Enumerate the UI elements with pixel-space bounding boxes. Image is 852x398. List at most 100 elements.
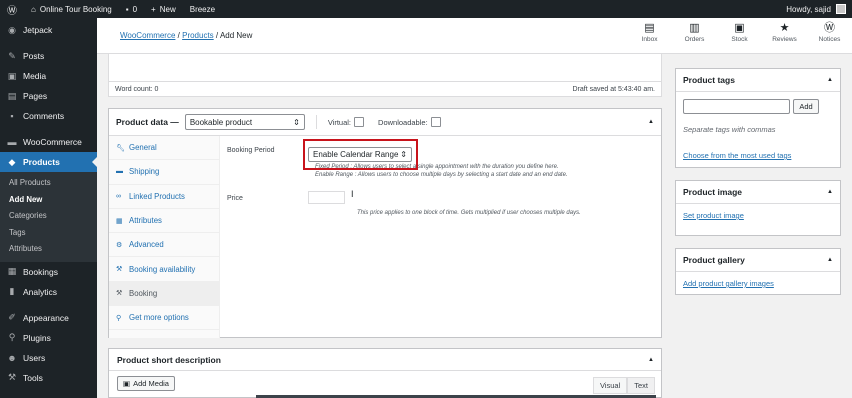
inbox-icon: ▤ xyxy=(644,22,655,34)
submenu-tags[interactable]: Tags xyxy=(0,225,97,242)
product-tags-box: Product tags ▲ Add Separate tags with co… xyxy=(675,68,841,168)
avatar xyxy=(836,4,846,14)
select-arrows-icon: ⇕ xyxy=(293,117,300,127)
product-data-header: Product data — Bookable product ⇕ Virtua… xyxy=(109,109,661,136)
short-description-box: Product short description ▲ ▣ Add Media … xyxy=(108,348,662,398)
breadcrumb-current: Add New xyxy=(219,31,253,40)
truck-icon: ▬ xyxy=(116,168,123,176)
plugin-icon: ⚲ xyxy=(116,314,122,322)
inbox-button[interactable]: ▤ Inbox xyxy=(627,22,672,43)
product-gallery-header: Product gallery ▲ xyxy=(676,249,840,272)
collapse-arrow-icon[interactable]: ▲ xyxy=(827,77,833,83)
star-icon: ★ xyxy=(779,22,790,34)
products-icon: ◆ xyxy=(8,156,16,167)
submenu-attributes[interactable]: Attributes xyxy=(0,241,97,258)
virtual-checkbox-label[interactable]: Virtual: xyxy=(328,117,365,127)
sidebar-item-comments[interactable]: ▪ Comments xyxy=(0,106,97,126)
add-media-button[interactable]: ▣ Add Media xyxy=(117,376,175,391)
link-icon: ∞ xyxy=(116,192,121,200)
product-data-box: Product data — Bookable product ⇕ Virtua… xyxy=(108,108,662,338)
booking-period-select[interactable]: Enable Calendar Range ⇕ xyxy=(308,147,412,162)
tab-linked-products[interactable]: ∞ Linked Products xyxy=(109,185,219,209)
short-description-header: Product short description ▲ xyxy=(109,349,661,371)
set-product-image-link[interactable]: Set product image xyxy=(683,211,744,220)
notices-button[interactable]: Ⓦ Notices xyxy=(807,22,852,43)
collapse-arrow-icon[interactable]: ▲ xyxy=(827,257,833,263)
sidebar-item-users[interactable]: ☻ Users xyxy=(0,348,97,368)
product-type-select[interactable]: Bookable product ⇕ xyxy=(184,114,305,130)
tab-advanced[interactable]: ⚙ Advanced xyxy=(109,233,219,258)
booking-period-label: Booking Period xyxy=(227,147,275,154)
sidebar-item-jetpack[interactable]: ◉ Jetpack xyxy=(0,20,97,40)
price-label: Price xyxy=(227,195,243,202)
sidebar-item-media[interactable]: ▣ Media xyxy=(0,66,97,86)
new-tag-input[interactable] xyxy=(683,99,790,114)
downloadable-checkbox[interactable] xyxy=(430,117,441,127)
submenu-all-products[interactable]: All Products xyxy=(0,175,97,192)
wordpress-logo-icon[interactable]: Ⓦ xyxy=(0,0,24,18)
text-tab[interactable]: Text xyxy=(627,377,655,394)
stock-icon: ▣ xyxy=(734,22,745,34)
pin-icon: ✎ xyxy=(8,50,16,61)
downloadable-checkbox-label[interactable]: Downloadable: xyxy=(378,117,441,127)
sidebar-item-bookings[interactable]: ▦ Bookings xyxy=(0,262,97,282)
gear-icon: ⚙ xyxy=(116,241,123,249)
comments-link[interactable]: ▪ 0 xyxy=(119,0,144,18)
sidebar-item-tools[interactable]: ⚒ Tools xyxy=(0,368,97,388)
plus-icon: + xyxy=(151,4,156,14)
collapse-arrow-icon[interactable]: ▲ xyxy=(648,357,654,363)
add-tag-button[interactable]: Add xyxy=(793,99,819,114)
woocommerce-header: WooCommerce / Products / Add New ▤ Inbox … xyxy=(97,18,852,54)
add-gallery-images-link[interactable]: Add product gallery images xyxy=(683,279,774,288)
virtual-checkbox[interactable] xyxy=(354,117,365,127)
collapse-arrow-icon[interactable]: ▲ xyxy=(648,119,654,125)
new-content-link[interactable]: + New xyxy=(144,0,183,18)
sidebar-item-products[interactable]: ◆ Products xyxy=(0,152,97,172)
collapse-arrow-icon[interactable]: ▲ xyxy=(827,189,833,195)
most-used-tags-link[interactable]: Choose from the most used tags xyxy=(683,151,791,160)
draft-saved-status: Draft saved at 5:43:40 am. xyxy=(572,85,656,93)
tab-get-more-options[interactable]: ⚲ Get more options xyxy=(109,306,219,331)
tab-booking-availability[interactable]: ⚒ Booking availability xyxy=(109,257,219,282)
product-data-title: Product data — xyxy=(116,117,179,127)
breeze-link[interactable]: Breeze xyxy=(183,0,222,18)
stock-button[interactable]: ▣ Stock xyxy=(717,22,762,43)
comment-icon: ▪ xyxy=(10,111,14,121)
price-input[interactable] xyxy=(308,191,345,204)
sidebar-item-plugins[interactable]: ⚲ Plugins xyxy=(0,328,97,348)
sidebar-item-appearance[interactable]: ✐ Appearance xyxy=(0,308,97,328)
home-icon: ⌂ xyxy=(31,4,36,14)
product-image-box: Product image ▲ Set product image xyxy=(675,180,841,236)
orders-icon: ▥ xyxy=(689,22,700,34)
submenu-add-new[interactable]: Add New xyxy=(0,192,97,209)
reviews-button[interactable]: ★ Reviews xyxy=(762,22,807,43)
breadcrumb-products[interactable]: Products xyxy=(182,31,214,40)
product-data-tabs: 🔧︎ General ▬ Shipping ∞ Linked Products ▦ At… xyxy=(109,136,220,338)
sidebar-item-analytics[interactable]: ▮ Analytics xyxy=(0,282,97,302)
woocommerce-icon: ▬ xyxy=(7,137,17,147)
comment-icon: ▪ xyxy=(125,4,129,14)
orders-button[interactable]: ▥ Orders xyxy=(672,22,717,43)
media-icon: ▣ xyxy=(7,70,17,81)
admin-bar: Ⓦ ⌂ Online Tour Booking ▪ 0 + New Breeze… xyxy=(0,0,852,18)
calendar-icon: ▦ xyxy=(7,266,17,276)
sidebar-item-pages[interactable]: ▤ Pages xyxy=(0,86,97,106)
tab-shipping[interactable]: ▬ Shipping xyxy=(109,160,219,185)
wrench-icon: ⚒ xyxy=(116,290,123,298)
submenu-categories[interactable]: Categories xyxy=(0,208,97,225)
visual-tab[interactable]: Visual xyxy=(592,377,628,394)
breadcrumb-woocommerce[interactable]: WooCommerce xyxy=(120,31,175,40)
sidebar-item-posts[interactable]: ✎ Posts xyxy=(0,46,97,66)
products-submenu: All Products Add New Categories Tags Att… xyxy=(0,172,97,262)
tab-booking[interactable]: ⚒ Booking xyxy=(109,281,219,307)
wrench-icon: 🔧︎ xyxy=(116,144,125,152)
text-cursor-icon: I xyxy=(351,189,354,199)
sidebar-item-woocommerce[interactable]: ▬ WooCommerce xyxy=(0,132,97,152)
account-menu[interactable]: Howdy, sajid xyxy=(786,4,852,14)
tab-general[interactable]: 🔧︎ General xyxy=(109,136,219,161)
brush-icon: ✐ xyxy=(8,312,16,322)
site-name-link[interactable]: ⌂ Online Tour Booking xyxy=(24,0,119,18)
product-tags-header: Product tags ▲ xyxy=(676,69,840,92)
price-description: This price applies to one block of time.… xyxy=(357,210,581,216)
tab-attributes[interactable]: ▦ Attributes xyxy=(109,209,219,234)
